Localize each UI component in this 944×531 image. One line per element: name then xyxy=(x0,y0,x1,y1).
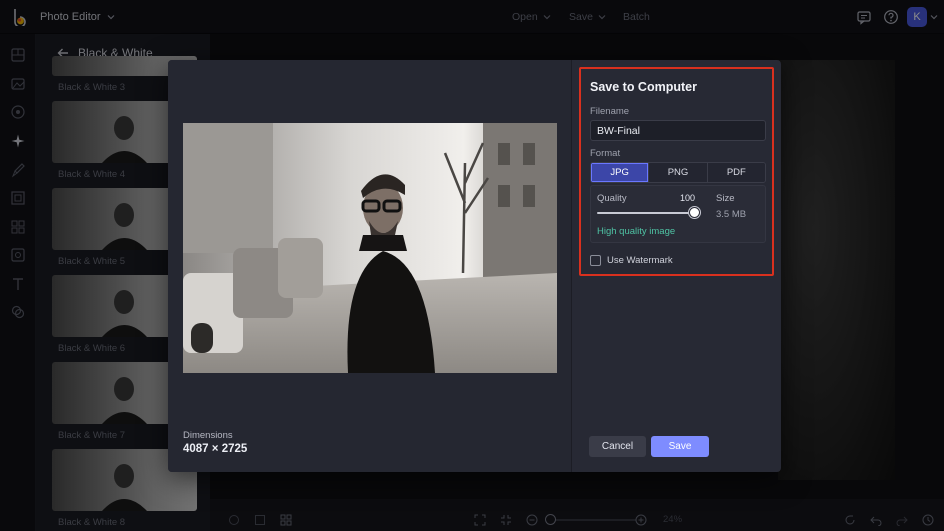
watermark-label: Use Watermark xyxy=(607,255,673,266)
format-option-png[interactable]: PNG xyxy=(649,163,708,182)
quality-value: 100 xyxy=(680,193,696,203)
format-option-jpg[interactable]: JPG xyxy=(591,163,650,182)
save-dialog: Dimensions 4087 × 2725 Save to Computer … xyxy=(168,60,781,472)
watermark-checkbox[interactable] xyxy=(590,255,601,266)
quality-label: Quality xyxy=(597,193,627,204)
size-value: 3.5 MB xyxy=(716,209,747,220)
dimensions-label: Dimensions xyxy=(183,430,233,441)
save-settings-panel: Save to Computer Filename Format JPG PNG… xyxy=(579,67,774,276)
dimensions-value: 4087 × 2725 xyxy=(183,443,248,455)
save-button[interactable]: Save xyxy=(651,436,709,457)
format-selector: JPG PNG PDF xyxy=(590,162,766,183)
filename-label: Filename xyxy=(590,106,630,117)
quality-section: Quality 100 Size 3.5 MB High quality ima… xyxy=(590,185,766,243)
format-option-pdf[interactable]: PDF xyxy=(707,163,765,182)
quality-slider-track[interactable] xyxy=(597,212,695,214)
image-preview xyxy=(183,123,557,373)
filename-input[interactable] xyxy=(590,120,766,141)
watermark-option[interactable]: Use Watermark xyxy=(590,255,673,266)
quality-slider-handle[interactable] xyxy=(689,207,700,218)
preview-pane: Dimensions 4087 × 2725 xyxy=(168,60,572,472)
quality-note: High quality image xyxy=(597,226,676,237)
cancel-button[interactable]: Cancel xyxy=(589,436,646,457)
dialog-title: Save to Computer xyxy=(590,80,697,94)
size-label: Size xyxy=(716,193,735,204)
format-label: Format xyxy=(590,148,621,159)
